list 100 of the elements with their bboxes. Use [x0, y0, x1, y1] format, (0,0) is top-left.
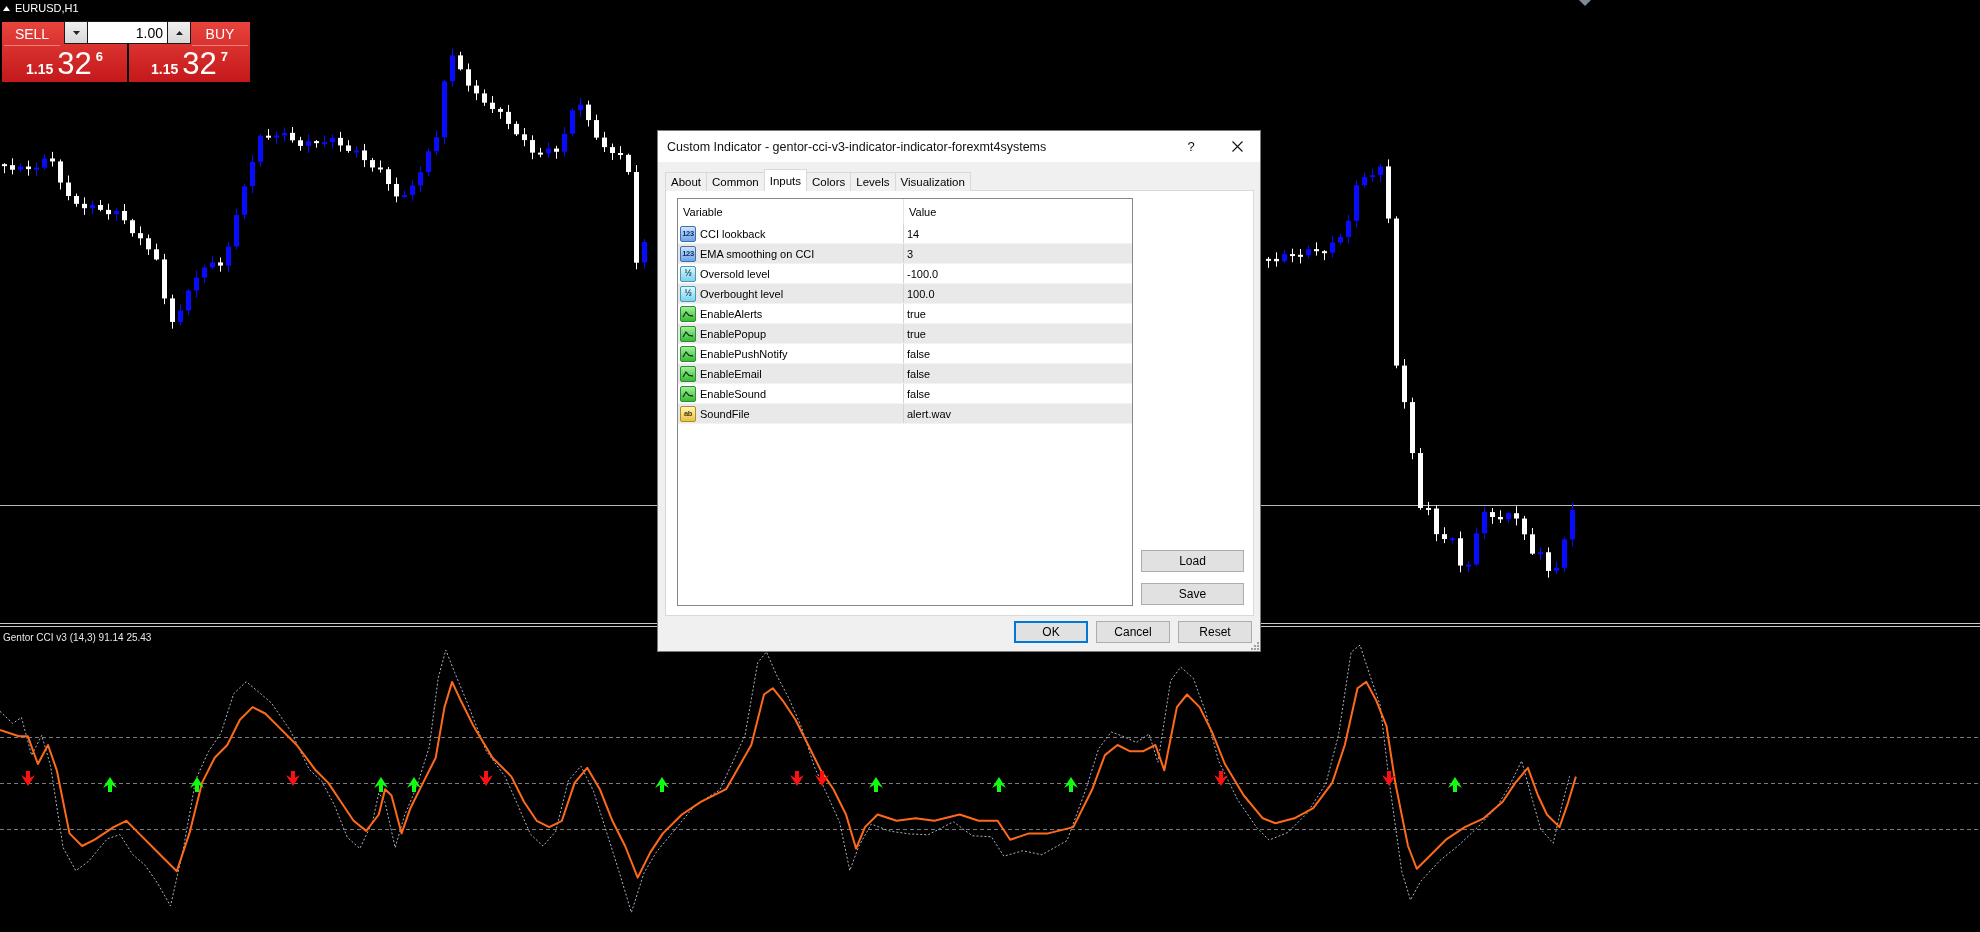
bullish-candle [1450, 537, 1455, 544]
variable-name: Oversold level [700, 267, 770, 280]
table-row[interactable]: EnablePopup true [678, 324, 1132, 344]
decrease-button[interactable] [64, 21, 88, 44]
chart-symbol: EURUSD,H1 [15, 2, 79, 14]
variable-name: EnableAlerts [700, 307, 763, 320]
up-arrow-icon [190, 777, 204, 792]
bearish-candle [346, 140, 351, 153]
table-row[interactable]: EnableEmail false [678, 364, 1132, 384]
bearish-candle [130, 218, 135, 237]
down-arrow-icon [21, 771, 35, 786]
bullish-candle [330, 134, 335, 149]
bearish-candle [1266, 257, 1271, 268]
down-arrow-icon [286, 771, 300, 786]
variable-name: Overbought level [700, 287, 784, 300]
up-arrow-icon [1064, 777, 1078, 792]
bullish-candle [1282, 249, 1287, 263]
variable-value: 3 [907, 247, 914, 260]
tab[interactable]: Levels [850, 172, 896, 191]
table-row[interactable]: EnableAlerts true [678, 304, 1132, 324]
bullish-candle [242, 183, 247, 220]
bullish-candle [1378, 164, 1383, 183]
bearish-candle [626, 153, 631, 175]
table-row[interactable]: ½ Overbought level 100.0 [678, 284, 1132, 304]
bullish-candle [114, 208, 119, 222]
table-row[interactable]: EnablePushNotify false [678, 344, 1132, 364]
variable-name: EnablePushNotify [700, 347, 788, 360]
bullish-candle [1482, 506, 1487, 539]
bullish-candle [402, 190, 407, 199]
table-row[interactable]: EnableSound false [678, 384, 1132, 404]
volume-field[interactable]: 1.00 [88, 21, 167, 44]
window-title: Custom Indicator - gentor-cci-v3-indicator-indicator-forexmt4systems [667, 139, 1048, 154]
bullish-candle [258, 133, 263, 167]
variable-name: SoundFile [700, 407, 750, 420]
up-arrow-icon [1448, 777, 1462, 792]
down-arrow-icon [790, 771, 804, 786]
variable-value: false [907, 347, 931, 360]
bullish-candle [434, 130, 439, 155]
tab[interactable]: Visualization [894, 172, 971, 191]
up-arrow-icon [869, 777, 883, 792]
bullish-candle [1306, 245, 1311, 259]
reset-button[interactable]: Reset [1178, 621, 1252, 643]
bullish-candle [1474, 527, 1479, 566]
variable-name: EnableEmail [700, 367, 762, 380]
bearish-candle [554, 145, 559, 159]
variable-value: -100.0 [907, 267, 939, 280]
tab[interactable]: Colors [806, 172, 852, 191]
bullish-candle [322, 135, 327, 147]
wave-icon [680, 325, 696, 342]
column-header[interactable]: Value [904, 199, 1132, 224]
tab[interactable]: Inputs [763, 169, 808, 191]
wave-icon [680, 345, 696, 362]
bearish-candle [498, 107, 503, 119]
increase-button[interactable] [167, 21, 191, 44]
up-arrow-icon [655, 777, 669, 792]
bearish-candle [290, 127, 295, 143]
bullish-candle [42, 154, 47, 170]
down-arrow-icon [815, 771, 829, 786]
bearish-candle [98, 200, 103, 212]
bearish-candle [1322, 250, 1327, 261]
bearish-candle [538, 147, 543, 158]
bullish-candle [202, 264, 207, 283]
bearish-candle [1498, 510, 1503, 523]
indicator-label: Gentor CCI v3 (14,3) 91.14 25.43 [3, 632, 152, 644]
variable-value: false [907, 367, 931, 380]
up-arrow-icon [992, 777, 1006, 792]
load-button[interactable]: Load [1141, 550, 1244, 572]
variable-name: CCI lookback [700, 227, 766, 240]
bearish-candle [370, 158, 375, 172]
bullish-candle [570, 108, 575, 136]
bearish-candle [314, 140, 319, 148]
bullish-candle [1506, 511, 1511, 523]
cancel-button[interactable]: Cancel [1096, 621, 1170, 643]
table-row[interactable]: ½ Oversold level -100.0 [678, 264, 1132, 284]
bearish-candle [58, 159, 63, 190]
bullish-candle [1338, 233, 1343, 245]
bearish-candle [154, 243, 159, 261]
bullish-candle [1570, 502, 1575, 547]
caret-up-icon [175, 30, 183, 35]
bullish-candle [18, 163, 23, 173]
save-button[interactable]: Save [1141, 583, 1244, 605]
variable-name: EnableSound [700, 387, 767, 400]
bullish-candle [426, 148, 431, 176]
tab[interactable]: About [665, 172, 708, 191]
triangle-icon[interactable] [3, 5, 10, 11]
bearish-candle [378, 160, 383, 173]
tab[interactable]: Common [706, 172, 765, 191]
down-arrow-icon [1214, 771, 1228, 786]
bearish-candle [514, 121, 519, 136]
variable-name: EnablePopup [700, 327, 767, 340]
ok-button[interactable]: OK [1014, 621, 1088, 643]
bearish-candle [1530, 528, 1535, 555]
up-arrow-icon [407, 777, 421, 792]
up-arrow-icon [374, 777, 388, 792]
resize-grip-icon[interactable] [1251, 642, 1259, 650]
bearish-candle [1418, 447, 1423, 510]
variable-value: false [907, 387, 931, 400]
bearish-candle [1434, 505, 1439, 542]
triangle-marker-icon[interactable] [1579, 0, 1591, 6]
variable-value: 14 [907, 227, 920, 240]
